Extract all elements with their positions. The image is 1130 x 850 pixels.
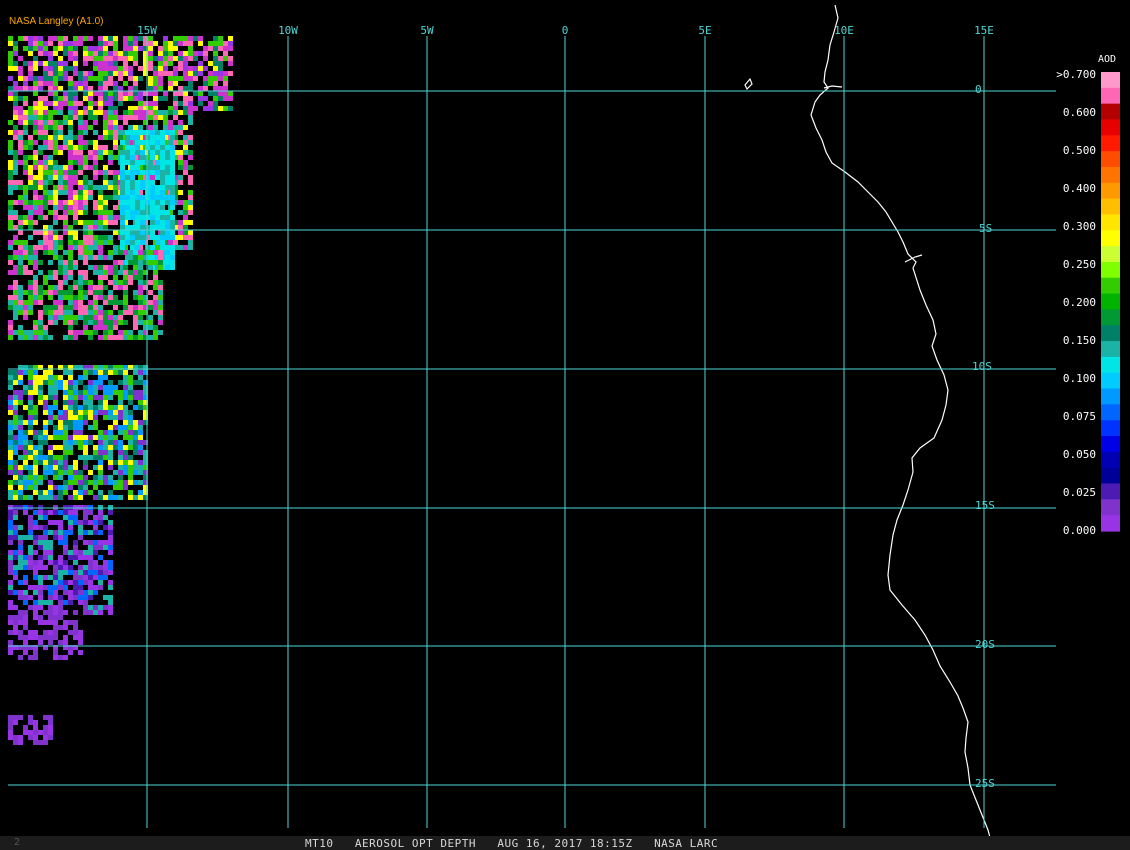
product-caption: MT10 AEROSOL OPT DEPTH AUG 16, 2017 18:1… xyxy=(305,837,718,850)
legend-swatch xyxy=(1101,515,1120,532)
legend-swatch xyxy=(1101,293,1120,311)
lat-label-10s: 10S xyxy=(972,360,992,373)
legend-label: 0.050 xyxy=(1062,448,1096,461)
lon-label-10e: 10E xyxy=(834,24,854,37)
legend-label: >0.700 xyxy=(1056,68,1096,81)
legend-label: 0.000 xyxy=(1062,524,1096,537)
product-title: AEROSOL OPT DEPTH xyxy=(354,837,476,850)
lat-label-5s: 5S xyxy=(979,222,993,235)
frame-number: 2 xyxy=(14,837,21,848)
legend-swatch xyxy=(1101,151,1120,168)
legend-label: 0.100 xyxy=(1062,372,1096,385)
legend-label: 0.075 xyxy=(1062,410,1096,423)
africa-coastline xyxy=(810,4,993,846)
legend-swatch xyxy=(1101,246,1120,263)
legend-swatch xyxy=(1101,135,1120,152)
legend-swatch xyxy=(1101,420,1120,437)
legend-label: 0.025 xyxy=(1062,486,1096,499)
legend-swatch xyxy=(1101,230,1120,247)
lon-label-5w: 5W xyxy=(420,24,434,37)
legend-label: 0.200 xyxy=(1062,296,1096,309)
legend-swatch xyxy=(1101,451,1120,469)
legend-label: 0.600 xyxy=(1062,106,1096,119)
legend-swatch xyxy=(1101,356,1120,374)
aerosol-data-swath xyxy=(8,36,233,745)
product-code: MT10 xyxy=(305,837,334,850)
legend-swatch xyxy=(1101,119,1120,136)
bioko-island xyxy=(744,77,753,91)
legend-swatch xyxy=(1101,325,1120,342)
legend-label: 0.250 xyxy=(1062,258,1096,271)
legend-swatch xyxy=(1101,309,1120,326)
lon-label-0: 0 xyxy=(561,24,569,37)
legend-label: 0.150 xyxy=(1062,334,1096,347)
lat-label-15s: 15S xyxy=(975,499,995,512)
lat-label-20s: 20S xyxy=(975,638,995,651)
aod-map xyxy=(8,4,1120,846)
legend-label: 0.500 xyxy=(1062,144,1096,157)
legend-swatch xyxy=(1101,404,1120,421)
legend-label: 0.300 xyxy=(1062,220,1096,233)
legend-swatch xyxy=(1101,87,1120,105)
lon-label-10w: 10W xyxy=(278,24,298,37)
legend-swatch xyxy=(1101,261,1120,279)
legend-swatch xyxy=(1101,72,1120,89)
legend-swatch xyxy=(1101,467,1120,485)
legend-swatch xyxy=(1101,182,1120,200)
legend-swatch xyxy=(1101,499,1120,516)
legend-swatch xyxy=(1101,483,1120,500)
legend-swatch xyxy=(1101,341,1120,358)
legend-swatch xyxy=(1101,166,1120,184)
coastline xyxy=(744,4,993,846)
lat-label-0: 0 xyxy=(975,83,982,96)
legend-swatch xyxy=(1101,388,1120,405)
legend-swatch xyxy=(1101,436,1120,453)
product-datetime: AUG 16, 2017 18:15Z xyxy=(497,837,633,850)
aod-color-legend xyxy=(1101,72,1120,532)
legend-swatch xyxy=(1101,103,1120,121)
legend-swatch xyxy=(1101,198,1120,216)
lon-label-15e: 15E xyxy=(974,24,994,37)
legend-label: 0.400 xyxy=(1062,182,1096,195)
legend-swatch xyxy=(1101,214,1120,231)
credit-label: NASA Langley (A1.0) xyxy=(9,16,104,27)
bay-inlet xyxy=(904,254,923,263)
lon-label-5e: 5E xyxy=(698,24,712,37)
lat-label-25s: 25S xyxy=(975,777,995,790)
product-source: NASA LARC xyxy=(654,837,719,850)
lon-label-15w: 15W xyxy=(137,24,157,37)
status-bar: 2 MT10 AEROSOL OPT DEPTH AUG 16, 2017 18… xyxy=(0,836,1130,850)
legend-swatch xyxy=(1101,277,1120,295)
legend-title: AOD xyxy=(1098,54,1117,65)
legend-swatch xyxy=(1101,372,1120,390)
